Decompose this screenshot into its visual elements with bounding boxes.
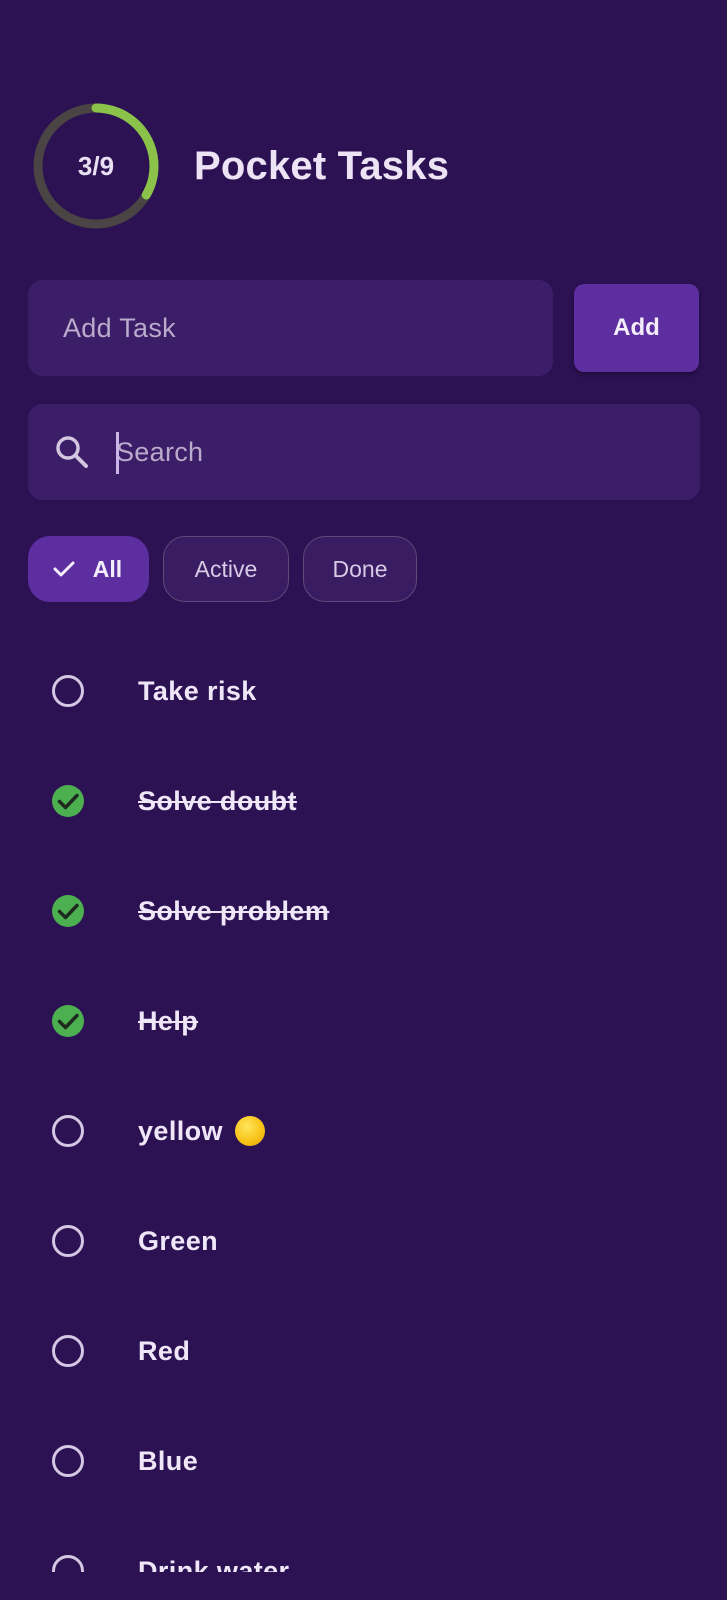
task-item[interactable]: Blue <box>0 1406 727 1516</box>
task-label: Solve doubt <box>138 785 297 816</box>
checkbox-unchecked-icon[interactable] <box>50 1553 86 1572</box>
search-icon <box>56 436 88 468</box>
checkbox-unchecked-icon[interactable] <box>50 1223 86 1259</box>
filter-chip-label: All <box>92 555 123 582</box>
add-button[interactable]: Add <box>574 284 699 372</box>
task-item[interactable]: Help <box>0 966 727 1076</box>
task-label: Take risk <box>138 675 257 706</box>
checkbox-checked-icon[interactable] <box>50 1003 86 1039</box>
task-label: Help <box>138 1005 199 1036</box>
header: 3/9 Pocket Tasks <box>32 102 449 230</box>
checkbox-checked-icon[interactable] <box>50 893 86 929</box>
task-label: Drink water <box>138 1555 290 1573</box>
search-input[interactable]: Search <box>28 404 700 500</box>
filter-chip-label: Active <box>194 555 258 582</box>
task-label: yellow <box>138 1076 265 1186</box>
task-item[interactable]: Solve doubt <box>0 746 727 856</box>
checkbox-unchecked-icon[interactable] <box>50 1333 86 1369</box>
task-item[interactable]: Drink water <box>0 1516 727 1572</box>
add-task-input[interactable]: Add Task <box>28 280 553 376</box>
progress-count: 3/9 <box>77 150 115 181</box>
task-item[interactable]: Take risk <box>0 636 727 746</box>
search-placeholder: Search <box>116 436 204 467</box>
task-list: Take risk Solve doubt Solve problem Help… <box>0 636 727 1572</box>
app-title: Pocket Tasks <box>194 143 450 188</box>
checkbox-unchecked-icon[interactable] <box>50 1113 86 1149</box>
task-item[interactable]: yellow <box>0 1076 727 1186</box>
add-task-placeholder: Add Task <box>63 312 176 343</box>
task-label: Solve problem <box>138 895 330 926</box>
check-icon <box>53 561 75 577</box>
task-label-text: yellow <box>138 1115 223 1146</box>
task-item[interactable]: Red <box>0 1296 727 1406</box>
filter-chip-label: Done <box>332 555 388 582</box>
filter-chip-all[interactable]: All <box>28 536 149 602</box>
task-item[interactable]: Green <box>0 1186 727 1296</box>
filter-chip-active[interactable]: Active <box>163 536 289 602</box>
checkbox-checked-icon[interactable] <box>50 783 86 819</box>
yellow-circle-emoji-icon <box>234 1116 265 1146</box>
task-label: Red <box>138 1335 191 1366</box>
app-screen: 3/9 Pocket Tasks Add Task Add Search All… <box>0 0 727 1600</box>
filter-chip-done[interactable]: Done <box>303 536 417 602</box>
text-cursor <box>116 432 119 474</box>
add-task-row: Add Task Add <box>28 280 700 376</box>
progress-ring: 3/9 <box>32 102 160 230</box>
checkbox-unchecked-icon[interactable] <box>50 673 86 709</box>
task-label: Blue <box>138 1445 199 1476</box>
checkbox-unchecked-icon[interactable] <box>50 1443 86 1479</box>
task-label: Green <box>138 1225 219 1256</box>
task-item[interactable]: Solve problem <box>0 856 727 966</box>
